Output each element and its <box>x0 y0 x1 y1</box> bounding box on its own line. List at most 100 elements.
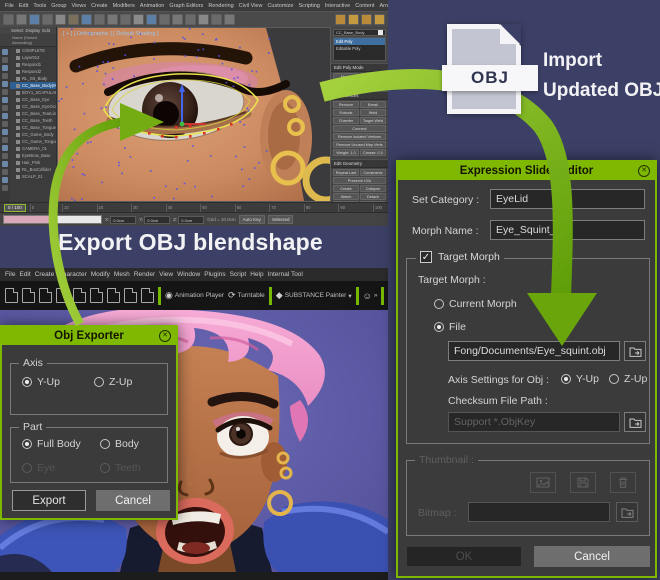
iclone-menu-item[interactable]: Mesh <box>114 271 130 278</box>
substance-painter-button[interactable]: ◆SUBSTANCE Painter▾ <box>276 290 352 301</box>
explorer-item[interactable]: COMPLETE <box>10 47 56 54</box>
explorer-strip-icon[interactable] <box>2 153 8 159</box>
file-path-field[interactable]: Fong/Documents/Eye_squint.obj <box>448 341 620 361</box>
explorer-strip-icon[interactable] <box>2 65 8 71</box>
timeline-tick[interactable]: 20 <box>97 204 104 212</box>
explorer-item[interactable]: RL_BoxCollider <box>10 166 56 173</box>
iclone-menu-item[interactable]: Create <box>35 271 55 278</box>
command-panel-button[interactable]: Extrude <box>333 109 359 116</box>
command-panel-button[interactable]: Collapse <box>360 185 386 192</box>
max-tool-icon[interactable] <box>185 14 196 25</box>
target-morph-checkbox[interactable]: ✓ Target Morph <box>416 251 504 263</box>
cancel-button[interactable]: Cancel <box>96 490 170 511</box>
command-panel-button[interactable]: Crease: 0.0 <box>360 149 386 156</box>
command-panel-button[interactable]: Detach <box>360 193 386 200</box>
timeline-tick[interactable]: 90 <box>338 204 345 212</box>
animation-player-button[interactable]: ◉Animation Player <box>165 290 224 301</box>
toolbar-doc-icon[interactable] <box>90 288 103 303</box>
max-tool-icon[interactable] <box>211 14 222 25</box>
command-panel-button[interactable]: Model <box>333 73 359 80</box>
max-tool-icon[interactable] <box>68 14 79 25</box>
explorer-strip-icon[interactable] <box>2 73 8 79</box>
command-panel-button[interactable]: Preserve UVs <box>333 177 386 184</box>
iclone-menu-item[interactable]: Edit <box>19 271 30 278</box>
toolbar-doc-icon[interactable] <box>124 288 137 303</box>
max-tool-icon[interactable] <box>94 14 105 25</box>
modifier-stack-entry[interactable]: Edit Poly <box>334 38 385 45</box>
max-tool-icon[interactable] <box>374 14 385 25</box>
coord-x-field[interactable]: 0.0cm <box>110 216 136 224</box>
explorer-item[interactable]: EyeBrow_Base <box>10 152 56 159</box>
morph-name-field[interactable]: Eye_Squint_L <box>490 220 645 240</box>
explorer-strip-icon[interactable] <box>2 177 8 183</box>
radio-full-body[interactable]: Full Body <box>22 438 81 450</box>
iclone-menu-item[interactable]: Render <box>134 271 155 278</box>
selected-button[interactable]: Selected <box>268 215 294 224</box>
max-menu-item[interactable]: Modifiers <box>111 3 137 9</box>
explorer-item[interactable]: Respond2 <box>10 68 56 75</box>
max-tool-icon[interactable] <box>81 14 92 25</box>
explorer-strip-icon[interactable] <box>2 97 8 103</box>
explorer-tab-select[interactable]: Select <box>11 28 24 33</box>
iclone-menu-item[interactable]: Window <box>177 271 200 278</box>
max-menu-item[interactable]: Views <box>70 3 89 9</box>
max-menu-item[interactable]: Customize <box>265 3 295 9</box>
set-category-field[interactable]: EyeLid <box>490 189 645 209</box>
expression-editor-header[interactable]: Expression Slider Editor ✕ <box>398 162 655 180</box>
command-panel-button[interactable]: Remove <box>333 101 359 108</box>
command-panel-button[interactable]: Repeat Last <box>333 169 359 176</box>
explorer-strip-icon[interactable] <box>2 185 8 191</box>
max-tool-icon[interactable] <box>198 14 209 25</box>
rollout-header[interactable]: Edit Geometry <box>331 159 388 168</box>
export-button[interactable]: Export <box>12 490 86 511</box>
auto-key-button[interactable]: Auto Key <box>239 215 265 224</box>
explorer-strip-icon[interactable] <box>2 81 8 87</box>
max-tool-icon[interactable] <box>3 14 14 25</box>
turntable-button[interactable]: ⟳Turntable <box>228 290 265 301</box>
obj-exporter-header[interactable]: Obj Exporter ✕ <box>2 327 176 345</box>
max-tool-icon[interactable] <box>120 14 131 25</box>
command-panel-button[interactable]: Connect <box>333 125 386 132</box>
maxscript-listener-pink[interactable] <box>3 215 51 224</box>
max-menu-item[interactable]: Edit <box>17 3 30 9</box>
rollout-header[interactable]: Edit Poly Mode <box>331 63 388 72</box>
timeline-tick[interactable]: 100 <box>373 204 382 212</box>
max-tool-icon[interactable] <box>16 14 27 25</box>
maxscript-listener-white[interactable] <box>54 215 102 224</box>
max-tool-icon[interactable] <box>146 14 157 25</box>
max-menu-item[interactable]: Arnold <box>377 3 388 9</box>
timeline-tick[interactable]: 80 <box>304 204 311 212</box>
radio-body[interactable]: Body <box>100 438 139 450</box>
command-panel-button[interactable]: Show Cage <box>360 81 386 88</box>
rollout-header[interactable]: Edit Vertices <box>331 91 388 100</box>
max-tool-icon[interactable] <box>107 14 118 25</box>
timeline-tick[interactable]: 30 <box>131 204 138 212</box>
max-menu-item[interactable]: Civil View <box>237 3 265 9</box>
timeline-tick[interactable]: 70 <box>269 204 276 212</box>
explorer-tab-edit[interactable]: Edit <box>42 28 50 33</box>
coord-y-field[interactable]: 0.0cm <box>144 216 170 224</box>
explorer-item[interactable]: BOY1_SCAPULAR <box>10 89 56 96</box>
command-panel-button[interactable]: Constraints <box>360 169 386 176</box>
command-panel-button[interactable]: Target Weld <box>360 117 386 124</box>
iclone-menu-item[interactable]: View <box>159 271 173 278</box>
max-tool-icon[interactable] <box>29 14 40 25</box>
max-tool-icon[interactable] <box>55 14 66 25</box>
iclone-menu-item[interactable]: Character <box>58 271 87 278</box>
close-icon[interactable]: ✕ <box>638 165 650 177</box>
explorer-item[interactable]: Respond1 <box>10 61 56 68</box>
explorer-strip-icon[interactable] <box>2 49 8 55</box>
modifier-stack[interactable]: Edit PolyEditable Poly <box>333 37 386 61</box>
iclone-menu-item[interactable]: File <box>5 271 15 278</box>
max-tool-icon[interactable] <box>361 14 372 25</box>
max-tool-icon[interactable] <box>42 14 53 25</box>
timeline-tick[interactable]: 0 <box>30 204 34 212</box>
explorer-tab-display[interactable]: Display <box>26 28 41 33</box>
explorer-item[interactable]: CC_Game_Tongue <box>10 138 56 145</box>
explorer-item[interactable]: CC_Base_TearLine <box>10 110 56 117</box>
time-slider[interactable]: 0 / 100 <box>4 204 26 212</box>
browse-checksum-button[interactable] <box>624 412 646 432</box>
radio-obj-y-up[interactable]: Y-Up <box>561 373 599 385</box>
timeline-tick[interactable]: 40 <box>166 204 173 212</box>
command-panel-button[interactable]: Break <box>360 101 386 108</box>
